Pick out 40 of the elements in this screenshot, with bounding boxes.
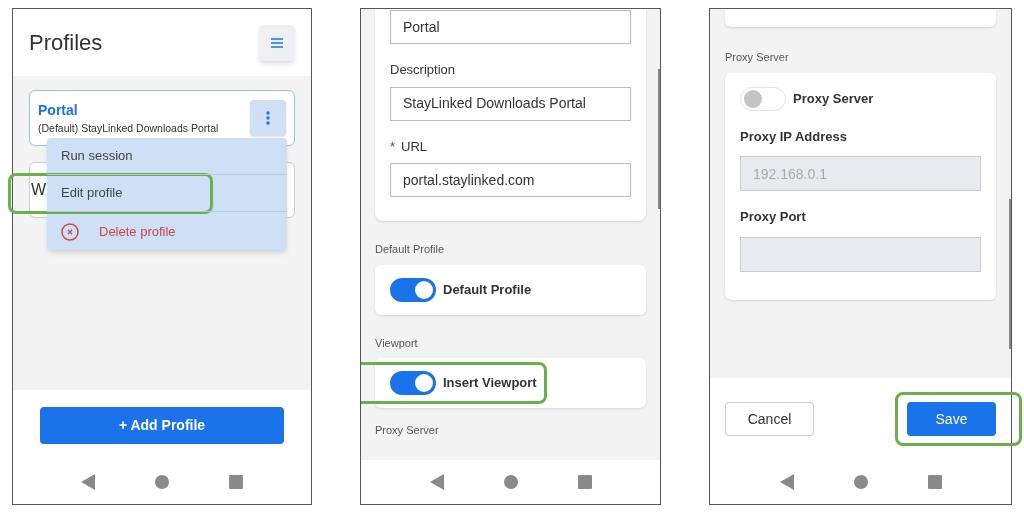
- home-icon[interactable]: [853, 475, 868, 489]
- section-heading: Default Profile: [375, 242, 446, 257]
- menu-icon: [271, 37, 283, 48]
- text-field[interactable]: StayLinked Downloads Portal: [390, 86, 631, 121]
- more-button[interactable]: [250, 100, 286, 136]
- add-profile-button[interactable]: + Add Profile: [40, 406, 284, 444]
- save-button[interactable]: Save: [907, 402, 996, 436]
- required-mark: *: [390, 137, 396, 156]
- section-heading: Proxy Server: [725, 50, 790, 65]
- toggle-label: Proxy Server: [793, 89, 874, 108]
- menu-item[interactable]: Run session: [47, 138, 287, 175]
- section-heading: Viewport: [375, 335, 419, 351]
- menu-item[interactable]: Edit profile: [47, 175, 287, 212]
- text-field[interactable]: portal.staylinked.com: [390, 163, 631, 197]
- toggle-switch[interactable]: [390, 277, 436, 302]
- recents-icon[interactable]: [577, 475, 592, 489]
- home-icon[interactable]: [503, 475, 518, 489]
- home-icon[interactable]: [155, 475, 169, 489]
- field-label: URL: [401, 137, 428, 156]
- profile-name: Portal: [38, 100, 78, 120]
- close-circle-icon: [61, 222, 79, 241]
- toggle-switch[interactable]: [740, 86, 786, 111]
- back-icon[interactable]: [429, 474, 444, 490]
- field-label: Proxy IP Address: [740, 127, 848, 146]
- toggle-switch[interactable]: [390, 371, 436, 395]
- section-heading: Proxy Server: [375, 423, 440, 438]
- profile-name: W: [31, 180, 47, 200]
- recents-icon[interactable]: [927, 475, 942, 489]
- cancel-button[interactable]: Cancel: [725, 402, 814, 436]
- page-title: Profiles: [29, 29, 103, 57]
- more-icon: [266, 111, 270, 125]
- profile-description: (Default) StayLinked Downloads Portal: [38, 120, 219, 136]
- toggle-label: Insert Viewport: [443, 374, 537, 393]
- field-label: Description: [390, 61, 456, 79]
- back-icon[interactable]: [779, 474, 794, 490]
- menu-button[interactable]: [259, 24, 295, 61]
- text-field[interactable]: Portal: [390, 10, 631, 44]
- back-icon[interactable]: [81, 474, 95, 490]
- toggle-label: Default Profile: [443, 280, 532, 299]
- field-label: Proxy Port: [740, 208, 807, 226]
